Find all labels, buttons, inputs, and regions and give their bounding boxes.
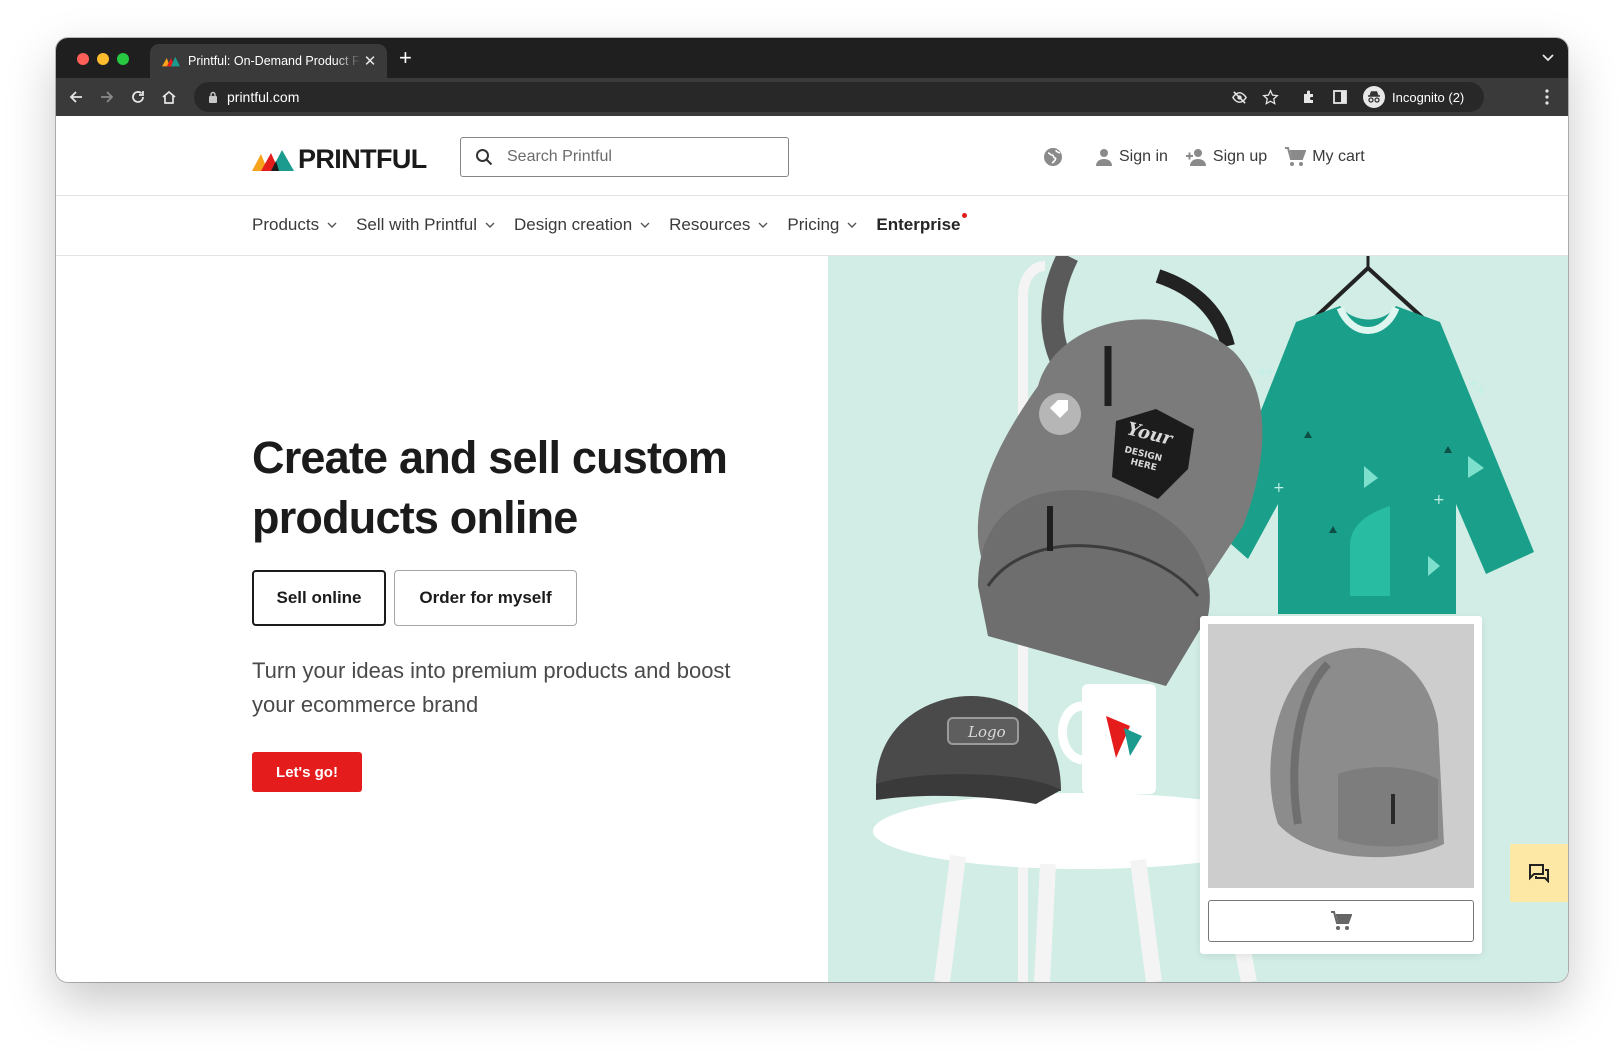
- sign-in-link[interactable]: Sign in: [1095, 148, 1168, 166]
- new-badge-dot: [962, 213, 968, 218]
- nav-label: Pricing: [787, 215, 840, 234]
- sign-up-label: Sign up: [1212, 148, 1268, 165]
- svg-text:+: +: [1433, 492, 1445, 508]
- cap-print-text: Logo: [967, 723, 1006, 741]
- sign-in-label: Sign in: [1119, 148, 1168, 165]
- product-card[interactable]: [1200, 616, 1482, 954]
- user-plus-icon: [1185, 149, 1206, 166]
- sidepanel-icon[interactable]: [1329, 86, 1351, 108]
- tab-strip: Printful: On-Demand Product F ✕ +: [56, 38, 1568, 78]
- new-tab-button[interactable]: +: [399, 47, 412, 69]
- product-photo: [1208, 624, 1474, 888]
- mug-image: [1058, 684, 1156, 794]
- star-icon[interactable]: [1259, 86, 1281, 108]
- address-bar[interactable]: printful.com: [194, 82, 1484, 112]
- cart-icon: [1331, 911, 1352, 930]
- order-for-myself-button[interactable]: Order for myself: [394, 570, 577, 626]
- hero-title: Create and sell custom products online: [252, 432, 728, 543]
- close-tab-icon[interactable]: ✕: [361, 52, 379, 70]
- svg-text:+: +: [1273, 480, 1285, 496]
- nav-design-creation[interactable]: Design creation: [514, 215, 650, 235]
- hero-text: Create and sell custom products online S…: [252, 256, 792, 982]
- nav-label: Sell with Printful: [356, 215, 478, 234]
- chevron-down-icon: [485, 222, 495, 228]
- back-icon[interactable]: [65, 86, 87, 108]
- main-nav: Products Sell with Printful Design creat…: [56, 196, 1568, 256]
- nav-label: Design creation: [514, 215, 633, 234]
- search-input[interactable]: [507, 148, 767, 166]
- cap-image: Logo: [876, 696, 1061, 804]
- sell-online-button[interactable]: Sell online: [252, 570, 386, 626]
- nav-sell-with-printful[interactable]: Sell with Printful: [356, 215, 495, 235]
- svg-text:+: +: [1264, 364, 1276, 380]
- nav-products[interactable]: Products: [252, 215, 337, 235]
- tab-search-chevron-icon[interactable]: [1542, 50, 1554, 65]
- browser-toolbar: printful.com Incognito (2): [56, 78, 1568, 116]
- chevron-down-icon: [640, 222, 650, 228]
- eye-off-icon[interactable]: [1228, 86, 1250, 108]
- hero-subtitle: Turn your ideas into premium products an…: [252, 658, 731, 717]
- minimize-window-button[interactable]: [97, 53, 109, 65]
- menu-icon[interactable]: [1536, 86, 1558, 108]
- printful-favicon-icon: [162, 56, 180, 67]
- cart-link[interactable]: My cart: [1284, 147, 1365, 167]
- lets-go-button[interactable]: Let's go!: [252, 752, 362, 792]
- incognito-profile-button[interactable]: Incognito (2): [1361, 83, 1472, 111]
- page-content: PRINTFUL Sign in Sign up: [56, 116, 1568, 982]
- chevron-down-icon: [758, 222, 768, 228]
- search-icon: [476, 149, 493, 166]
- site-header: PRINTFUL Sign in Sign up: [56, 116, 1568, 196]
- add-to-cart-button[interactable]: [1208, 900, 1474, 942]
- logo-text: PRINTFUL: [298, 144, 427, 174]
- incognito-icon: [1363, 86, 1385, 108]
- lock-icon: [209, 91, 217, 103]
- header-actions: Sign in Sign up My cart: [1043, 146, 1382, 168]
- sign-up-link[interactable]: Sign up: [1185, 148, 1267, 166]
- printful-logo[interactable]: PRINTFUL: [252, 144, 427, 175]
- profile-label: Incognito (2): [1392, 89, 1465, 105]
- nav-label: Products: [252, 215, 320, 234]
- logo-mark-icon: [252, 149, 294, 171]
- hero-image: + + + + + + Your DESIGN HERE Logo: [828, 256, 1568, 982]
- nav-label: Resources: [669, 215, 751, 234]
- globe-icon[interactable]: [1043, 147, 1069, 167]
- svg-text:+: +: [1475, 382, 1487, 398]
- home-icon[interactable]: [158, 86, 180, 108]
- forward-icon[interactable]: [96, 86, 118, 108]
- user-icon: [1096, 149, 1112, 166]
- reload-icon[interactable]: [127, 86, 149, 108]
- browser-tab[interactable]: Printful: On-Demand Product F ✕: [150, 44, 387, 78]
- nav-enterprise[interactable]: Enterprise: [876, 213, 968, 235]
- close-window-button[interactable]: [77, 53, 89, 65]
- search-box[interactable]: [460, 137, 789, 177]
- extensions-icon[interactable]: [1298, 86, 1320, 108]
- cart-label: My cart: [1312, 148, 1365, 165]
- chevron-down-icon: [847, 222, 857, 228]
- chat-icon: [1529, 864, 1549, 883]
- url-text: printful.com: [227, 89, 300, 105]
- maximize-window-button[interactable]: [117, 53, 129, 65]
- browser-window: Printful: On-Demand Product F ✕ + printf…: [56, 38, 1568, 982]
- tab-title: Printful: On-Demand Product F: [188, 54, 360, 68]
- cart-icon: [1285, 147, 1307, 166]
- nav-resources[interactable]: Resources: [669, 215, 768, 235]
- chat-widget-button[interactable]: [1510, 844, 1568, 902]
- nav-pricing[interactable]: Pricing: [787, 215, 857, 235]
- chevron-down-icon: [327, 222, 337, 228]
- nav-label: Enterprise: [876, 215, 961, 234]
